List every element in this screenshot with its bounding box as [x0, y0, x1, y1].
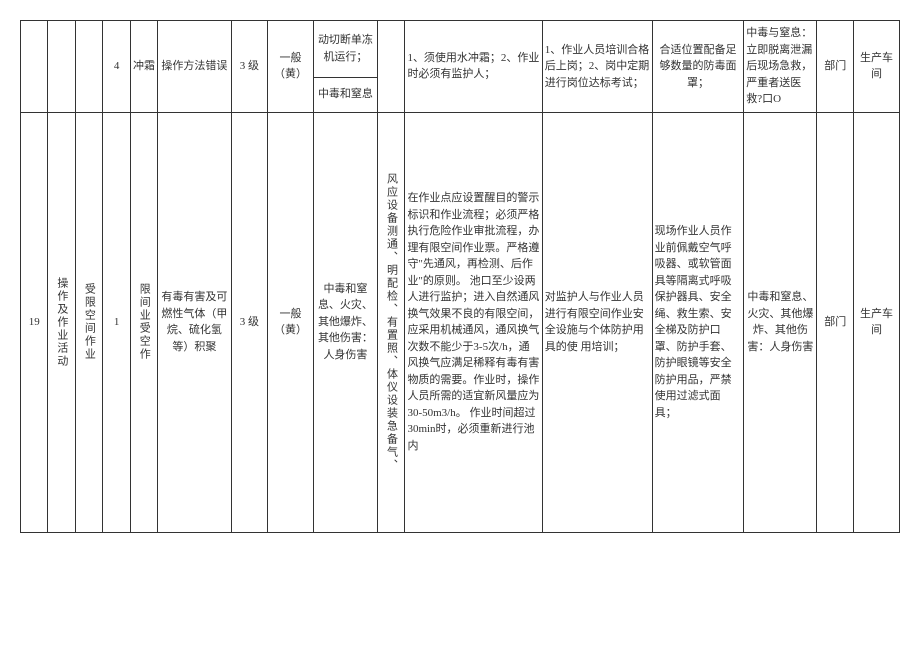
- cell: [48, 21, 75, 113]
- cell: 在作业点应设置醒目的警示标识和作业流程；必须严格执行危险作业审批流程，办理有限空…: [405, 112, 542, 532]
- cell: 一般（黄）: [268, 21, 314, 113]
- cell-category: 操作及作业活动: [48, 112, 75, 532]
- cell: 部门: [817, 21, 854, 113]
- cell-subcategory: 受限空间作业: [75, 112, 102, 532]
- cell: 生产车间: [854, 112, 900, 532]
- cell: 冲霜: [130, 21, 157, 113]
- cell: [377, 21, 404, 113]
- cell: 4: [103, 21, 130, 113]
- cell: 有毒有害及可燃性气体（甲烷、硫化氢等）积聚: [158, 112, 231, 532]
- cell: 限间业受空作: [130, 112, 157, 532]
- cell: 中毒和窒息、火灾、其他爆炸、其他伤害：人身伤害: [744, 112, 817, 532]
- table-row: 19 操作及作业活动 受限空间作业 1 限间业受空作 有毒有害及可燃性气体（甲烷…: [21, 112, 900, 532]
- cell: 1、作业人员培训合格后上岗；2、岗中定期进行岗位达标考试；: [542, 21, 652, 113]
- cell: 3 级: [231, 21, 268, 113]
- cell: 1、须使用水冲霜；2、作业时必须有监护人；: [405, 21, 542, 113]
- cell: 合适位置配备足够数量的防毒面罩；: [652, 21, 744, 113]
- cell: [75, 21, 102, 113]
- cell: 风应设备测通、明配检、有置照、体仪设装急备气、: [377, 112, 404, 532]
- cell: 中毒与窒息：立即脱离泄漏 后现场急救，严重者送医救?口O: [744, 21, 817, 113]
- cell: 生产车间: [854, 21, 900, 113]
- cell-seq: 19: [21, 112, 48, 532]
- cell: 部门: [817, 112, 854, 532]
- cell: 中毒和窒息: [313, 77, 377, 112]
- cell: 操作方法错误: [158, 21, 231, 113]
- cell: 一般（黄）: [268, 112, 314, 532]
- risk-assessment-table: 4 冲霜 操作方法错误 3 级 一般（黄） 动切断单冻机运行； 1、须使用水冲霜…: [20, 20, 900, 533]
- cell: [21, 21, 48, 113]
- cell: 对监护人与作业人员进行有限空间作业安全设施与个体防护用具的使 用培训；: [542, 112, 652, 532]
- cell: 现场作业人员作业前佩戴空气呼吸器、或软管面具等隔离式呼吸保护器具、安全绳、救生索…: [652, 112, 744, 532]
- cell: 1: [103, 112, 130, 532]
- cell: 动切断单冻机运行；: [313, 21, 377, 78]
- cell: 中毒和窒息、火灾、其他爆炸、其他伤害：人身伤害: [313, 112, 377, 532]
- table-row: 4 冲霜 操作方法错误 3 级 一般（黄） 动切断单冻机运行； 1、须使用水冲霜…: [21, 21, 900, 78]
- cell: 3 级: [231, 112, 268, 532]
